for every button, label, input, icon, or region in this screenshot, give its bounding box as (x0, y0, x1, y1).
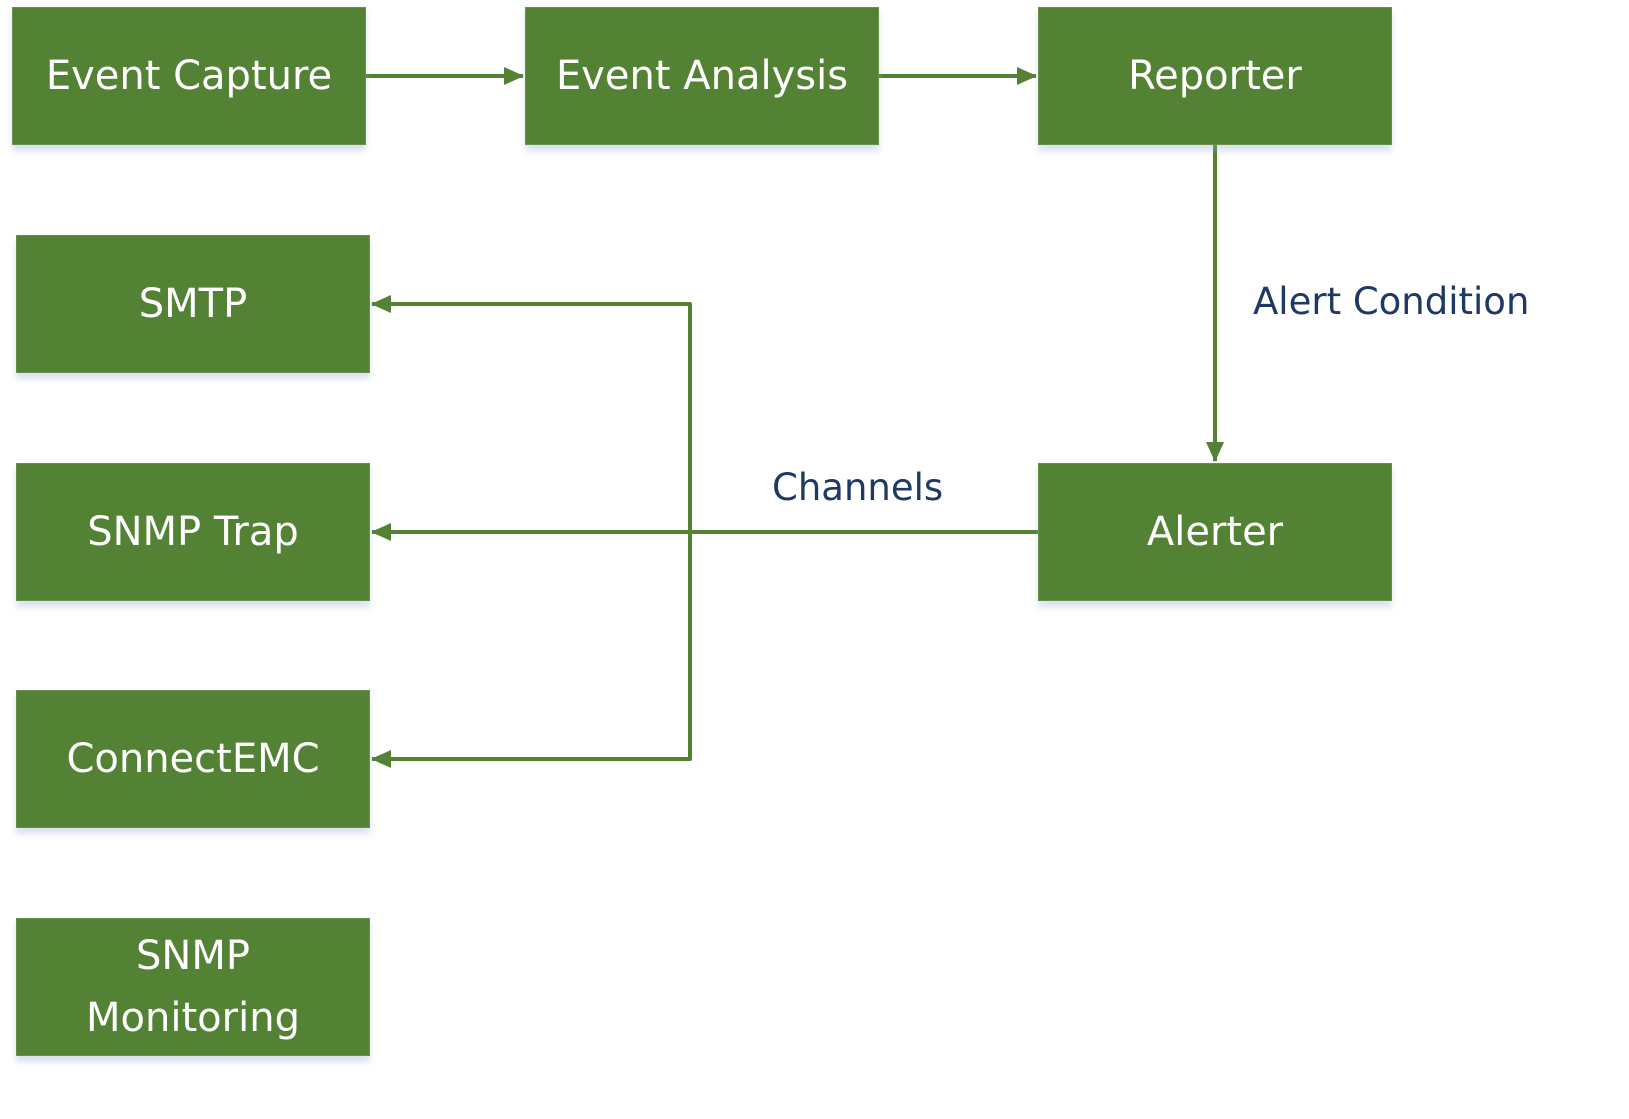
edge-label-alert-condition: Alert Condition (1253, 280, 1530, 323)
node-event-capture: Event Capture (12, 7, 366, 145)
node-connectemc: ConnectEMC (16, 690, 370, 828)
node-label: SNMP Monitoring (86, 933, 300, 1041)
node-label: Reporter (1128, 53, 1302, 99)
node-label: ConnectEMC (66, 736, 320, 782)
node-label: Event Capture (45, 53, 333, 99)
node-smtp: SMTP (16, 235, 370, 373)
node-snmp-monitoring: SNMP Monitoring (16, 918, 370, 1056)
node-label: Alerter (1146, 509, 1284, 555)
node-alerter: Alerter (1038, 463, 1392, 601)
node-label: Event Analysis (555, 53, 849, 99)
node-label: SNMP Trap (87, 509, 299, 555)
node-snmp-trap: SNMP Trap (16, 463, 370, 601)
edge-label-channels: Channels (772, 466, 944, 509)
node-label: SMTP (138, 281, 248, 327)
node-event-analysis: Event Analysis (525, 7, 879, 145)
edge-alerter-to-connectemc (371, 532, 692, 768)
edge-alerter-to-smtp (371, 295, 692, 532)
node-reporter: Reporter (1038, 7, 1392, 145)
